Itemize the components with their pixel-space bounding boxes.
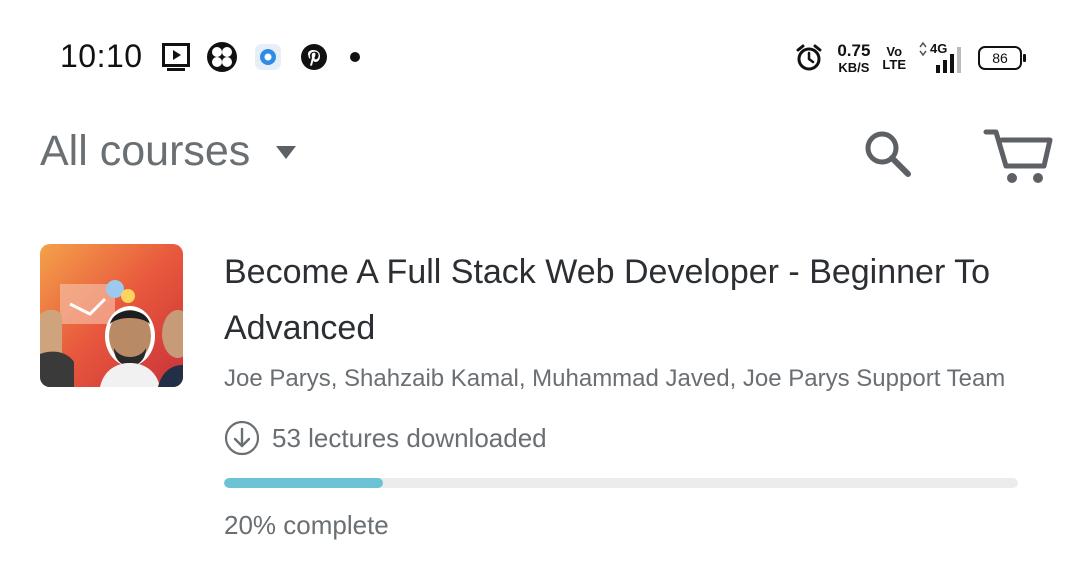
status-bar: 10:10 0.75 KB/S Vo LTE 4G 86 [0,0,1080,110]
battery-level: 86 [992,50,1008,66]
progress-fill [224,478,383,488]
cart-icon [983,129,1053,183]
status-time: 10:10 [60,38,143,74]
completion-label: 20% complete [224,510,389,540]
system-indicators: 0.75 KB/S Vo LTE 4G 86 [793,40,1026,76]
download-icon [224,420,260,456]
video-player-icon [160,41,192,73]
chevron-down-icon [276,146,297,159]
browser-app-icon [252,41,284,73]
network-speed-value: 0.75 [837,41,871,60]
course-filter-dropdown[interactable]: All courses [40,127,297,176]
course-card[interactable]: Become A Full Stack Web Developer - Begi… [40,244,1040,564]
notification-icons [160,40,360,74]
search-icon [865,131,911,177]
page-title: All courses [40,127,251,175]
cart-button[interactable] [982,126,1056,188]
volte-bottom: LTE [882,57,906,72]
battery-icon: 86 [978,46,1026,70]
network-type: 4G [930,41,948,56]
downloads-label: 53 lectures downloaded [272,422,547,453]
signal-strength-icon: 4G [918,41,966,75]
course-thumbnail [40,244,183,387]
download-status: 53 lectures downloaded [224,420,547,456]
course-authors: Joe Parys, Shahzaib Kamal, Muhammad Jave… [224,365,1006,392]
progress-bar [224,478,1018,488]
clover-app-icon [206,41,238,73]
volte-indicator: Vo LTE [882,45,906,71]
course-title: Become A Full Stack Web Developer - Begi… [224,253,991,347]
search-button[interactable] [860,126,916,182]
network-speed-unit: KB/S [838,60,870,75]
more-notifications-dot [350,52,360,62]
pinterest-icon [298,41,330,73]
network-speed: 0.75 KB/S [837,42,870,74]
alarm-icon [793,42,825,74]
